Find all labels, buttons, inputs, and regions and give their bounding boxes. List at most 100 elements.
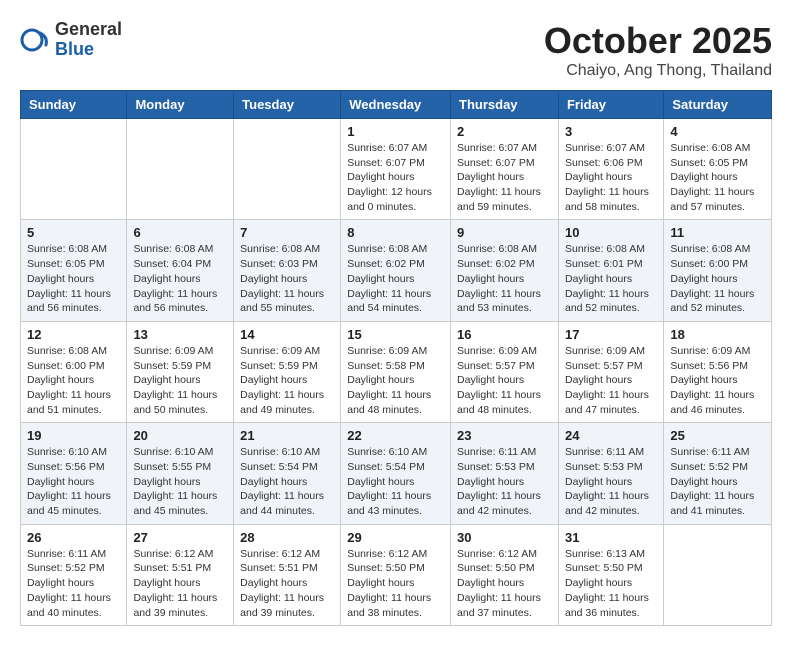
- calendar-cell: 26 Sunrise: 6:11 AMSunset: 5:52 PMDayligh…: [21, 524, 127, 625]
- day-info: Sunrise: 6:08 AMSunset: 6:01 PMDaylight …: [565, 242, 657, 315]
- day-info: Sunrise: 6:11 AMSunset: 5:53 PMDaylight …: [457, 445, 552, 518]
- day-info: Sunrise: 6:08 AMSunset: 6:05 PMDaylight …: [27, 242, 120, 315]
- day-info: Sunrise: 6:12 AMSunset: 5:50 PMDaylight …: [347, 547, 444, 620]
- calendar-cell: 3 Sunrise: 6:07 AMSunset: 6:06 PMDaylight…: [558, 119, 663, 220]
- day-info: Sunrise: 6:08 AMSunset: 6:03 PMDaylight …: [240, 242, 334, 315]
- calendar-cell: 19 Sunrise: 6:10 AMSunset: 5:56 PMDayligh…: [21, 423, 127, 524]
- day-info: Sunrise: 6:10 AMSunset: 5:54 PMDaylight …: [347, 445, 444, 518]
- logo: General Blue: [20, 20, 122, 60]
- calendar-cell: 14Sunrise: 6:09 AMSunset: 5:59 PMDayligh…: [234, 321, 341, 422]
- calendar-cell: 6 Sunrise: 6:08 AMSunset: 6:04 PMDaylight…: [127, 220, 234, 321]
- day-number: 15: [347, 327, 444, 342]
- calendar-cell: 30Sunrise: 6:12 AMSunset: 5:50 PMDayligh…: [451, 524, 559, 625]
- day-number: 11: [670, 225, 765, 240]
- day-number: 26: [27, 530, 120, 545]
- calendar-cell: [234, 119, 341, 220]
- day-number: 28: [240, 530, 334, 545]
- day-info: Sunrise: 6:10 AMSunset: 5:54 PMDaylight …: [240, 445, 334, 518]
- calendar-cell: 15 Sunrise: 6:09 AMSunset: 5:58 PMDayligh…: [341, 321, 451, 422]
- day-info: Sunrise: 6:11 AMSunset: 5:52 PMDaylight …: [27, 547, 120, 620]
- day-number: 24: [565, 428, 657, 443]
- calendar-cell: [127, 119, 234, 220]
- calendar-week-row: 5 Sunrise: 6:08 AMSunset: 6:05 PMDaylight…: [21, 220, 772, 321]
- logo-icon: [20, 25, 50, 55]
- calendar-cell: 17Sunrise: 6:09 AMSunset: 5:57 PMDayligh…: [558, 321, 663, 422]
- calendar-cell: [21, 119, 127, 220]
- day-info: Sunrise: 6:09 AMSunset: 5:57 PMDaylight …: [565, 344, 657, 417]
- day-number: 7: [240, 225, 334, 240]
- weekday-header: Friday: [558, 91, 663, 119]
- day-info: Sunrise: 6:07 AMSunset: 6:07 PMDaylight …: [347, 141, 444, 214]
- weekday-header: Thursday: [451, 91, 559, 119]
- day-number: 4: [670, 124, 765, 139]
- day-info: Sunrise: 6:08 AMSunset: 6:04 PMDaylight …: [133, 242, 227, 315]
- day-number: 13: [133, 327, 227, 342]
- location-subtitle: Chaiyo, Ang Thong, Thailand: [544, 62, 772, 80]
- calendar-week-row: 26 Sunrise: 6:11 AMSunset: 5:52 PMDayligh…: [21, 524, 772, 625]
- calendar-cell: 20 Sunrise: 6:10 AMSunset: 5:55 PMDayligh…: [127, 423, 234, 524]
- day-number: 10: [565, 225, 657, 240]
- day-number: 1: [347, 124, 444, 139]
- day-info: Sunrise: 6:07 AMSunset: 6:06 PMDaylight …: [565, 141, 657, 214]
- day-number: 30: [457, 530, 552, 545]
- calendar-week-row: 12 Sunrise: 6:08 AMSunset: 6:00 PMDayligh…: [21, 321, 772, 422]
- day-number: 6: [133, 225, 227, 240]
- calendar-cell: 7 Sunrise: 6:08 AMSunset: 6:03 PMDaylight…: [234, 220, 341, 321]
- calendar-cell: 18 Sunrise: 6:09 AMSunset: 5:56 PMDayligh…: [664, 321, 772, 422]
- calendar-cell: 28Sunrise: 6:12 AMSunset: 5:51 PMDayligh…: [234, 524, 341, 625]
- day-info: Sunrise: 6:10 AMSunset: 5:56 PMDaylight …: [27, 445, 120, 518]
- calendar-cell: 10 Sunrise: 6:08 AMSunset: 6:01 PMDayligh…: [558, 220, 663, 321]
- calendar-cell: 12 Sunrise: 6:08 AMSunset: 6:00 PMDayligh…: [21, 321, 127, 422]
- day-number: 25: [670, 428, 765, 443]
- day-info: Sunrise: 6:11 AMSunset: 5:52 PMDaylight …: [670, 445, 765, 518]
- calendar-cell: 16Sunrise: 6:09 AMSunset: 5:57 PMDayligh…: [451, 321, 559, 422]
- title-block: October 2025 Chaiyo, Ang Thong, Thailand: [544, 20, 772, 80]
- day-number: 31: [565, 530, 657, 545]
- calendar-cell: 5 Sunrise: 6:08 AMSunset: 6:05 PMDaylight…: [21, 220, 127, 321]
- weekday-header: Sunday: [21, 91, 127, 119]
- day-info: Sunrise: 6:07 AMSunset: 6:07 PMDaylight …: [457, 141, 552, 214]
- calendar-cell: 29 Sunrise: 6:12 AMSunset: 5:50 PMDayligh…: [341, 524, 451, 625]
- day-number: 23: [457, 428, 552, 443]
- calendar-cell: 23 Sunrise: 6:11 AMSunset: 5:53 PMDayligh…: [451, 423, 559, 524]
- day-number: 20: [133, 428, 227, 443]
- day-info: Sunrise: 6:08 AMSunset: 6:02 PMDaylight …: [347, 242, 444, 315]
- calendar-cell: 4 Sunrise: 6:08 AMSunset: 6:05 PMDaylight…: [664, 119, 772, 220]
- day-number: 8: [347, 225, 444, 240]
- day-info: Sunrise: 6:09 AMSunset: 5:59 PMDaylight …: [240, 344, 334, 417]
- day-number: 2: [457, 124, 552, 139]
- day-info: Sunrise: 6:08 AMSunset: 6:05 PMDaylight …: [670, 141, 765, 214]
- calendar-cell: 22 Sunrise: 6:10 AMSunset: 5:54 PMDayligh…: [341, 423, 451, 524]
- day-number: 9: [457, 225, 552, 240]
- day-info: Sunrise: 6:10 AMSunset: 5:55 PMDaylight …: [133, 445, 227, 518]
- day-number: 21: [240, 428, 334, 443]
- day-number: 5: [27, 225, 120, 240]
- day-number: 19: [27, 428, 120, 443]
- logo-blue: Blue: [55, 40, 122, 60]
- weekday-header: Tuesday: [234, 91, 341, 119]
- day-number: 12: [27, 327, 120, 342]
- calendar-cell: 8 Sunrise: 6:08 AMSunset: 6:02 PMDaylight…: [341, 220, 451, 321]
- day-number: 22: [347, 428, 444, 443]
- calendar-cell: 25 Sunrise: 6:11 AMSunset: 5:52 PMDayligh…: [664, 423, 772, 524]
- calendar-cell: [664, 524, 772, 625]
- day-number: 29: [347, 530, 444, 545]
- calendar-cell: 11 Sunrise: 6:08 AMSunset: 6:00 PMDayligh…: [664, 220, 772, 321]
- calendar-cell: 1 Sunrise: 6:07 AMSunset: 6:07 PMDaylight…: [341, 119, 451, 220]
- day-info: Sunrise: 6:12 AMSunset: 5:51 PMDaylight …: [133, 547, 227, 620]
- day-info: Sunrise: 6:09 AMSunset: 5:58 PMDaylight …: [347, 344, 444, 417]
- day-info: Sunrise: 6:09 AMSunset: 5:56 PMDaylight …: [670, 344, 765, 417]
- day-number: 3: [565, 124, 657, 139]
- day-number: 18: [670, 327, 765, 342]
- weekday-header: Wednesday: [341, 91, 451, 119]
- day-info: Sunrise: 6:08 AMSunset: 6:02 PMDaylight …: [457, 242, 552, 315]
- day-info: Sunrise: 6:08 AMSunset: 6:00 PMDaylight …: [27, 344, 120, 417]
- weekday-header: Saturday: [664, 91, 772, 119]
- calendar-cell: 21 Sunrise: 6:10 AMSunset: 5:54 PMDayligh…: [234, 423, 341, 524]
- calendar-week-row: 1 Sunrise: 6:07 AMSunset: 6:07 PMDaylight…: [21, 119, 772, 220]
- calendar-cell: 9 Sunrise: 6:08 AMSunset: 6:02 PMDaylight…: [451, 220, 559, 321]
- page-header: General Blue October 2025 Chaiyo, Ang Th…: [20, 20, 772, 80]
- day-number: 16: [457, 327, 552, 342]
- day-info: Sunrise: 6:13 AMSunset: 5:50 PMDaylight …: [565, 547, 657, 620]
- day-info: Sunrise: 6:08 AMSunset: 6:00 PMDaylight …: [670, 242, 765, 315]
